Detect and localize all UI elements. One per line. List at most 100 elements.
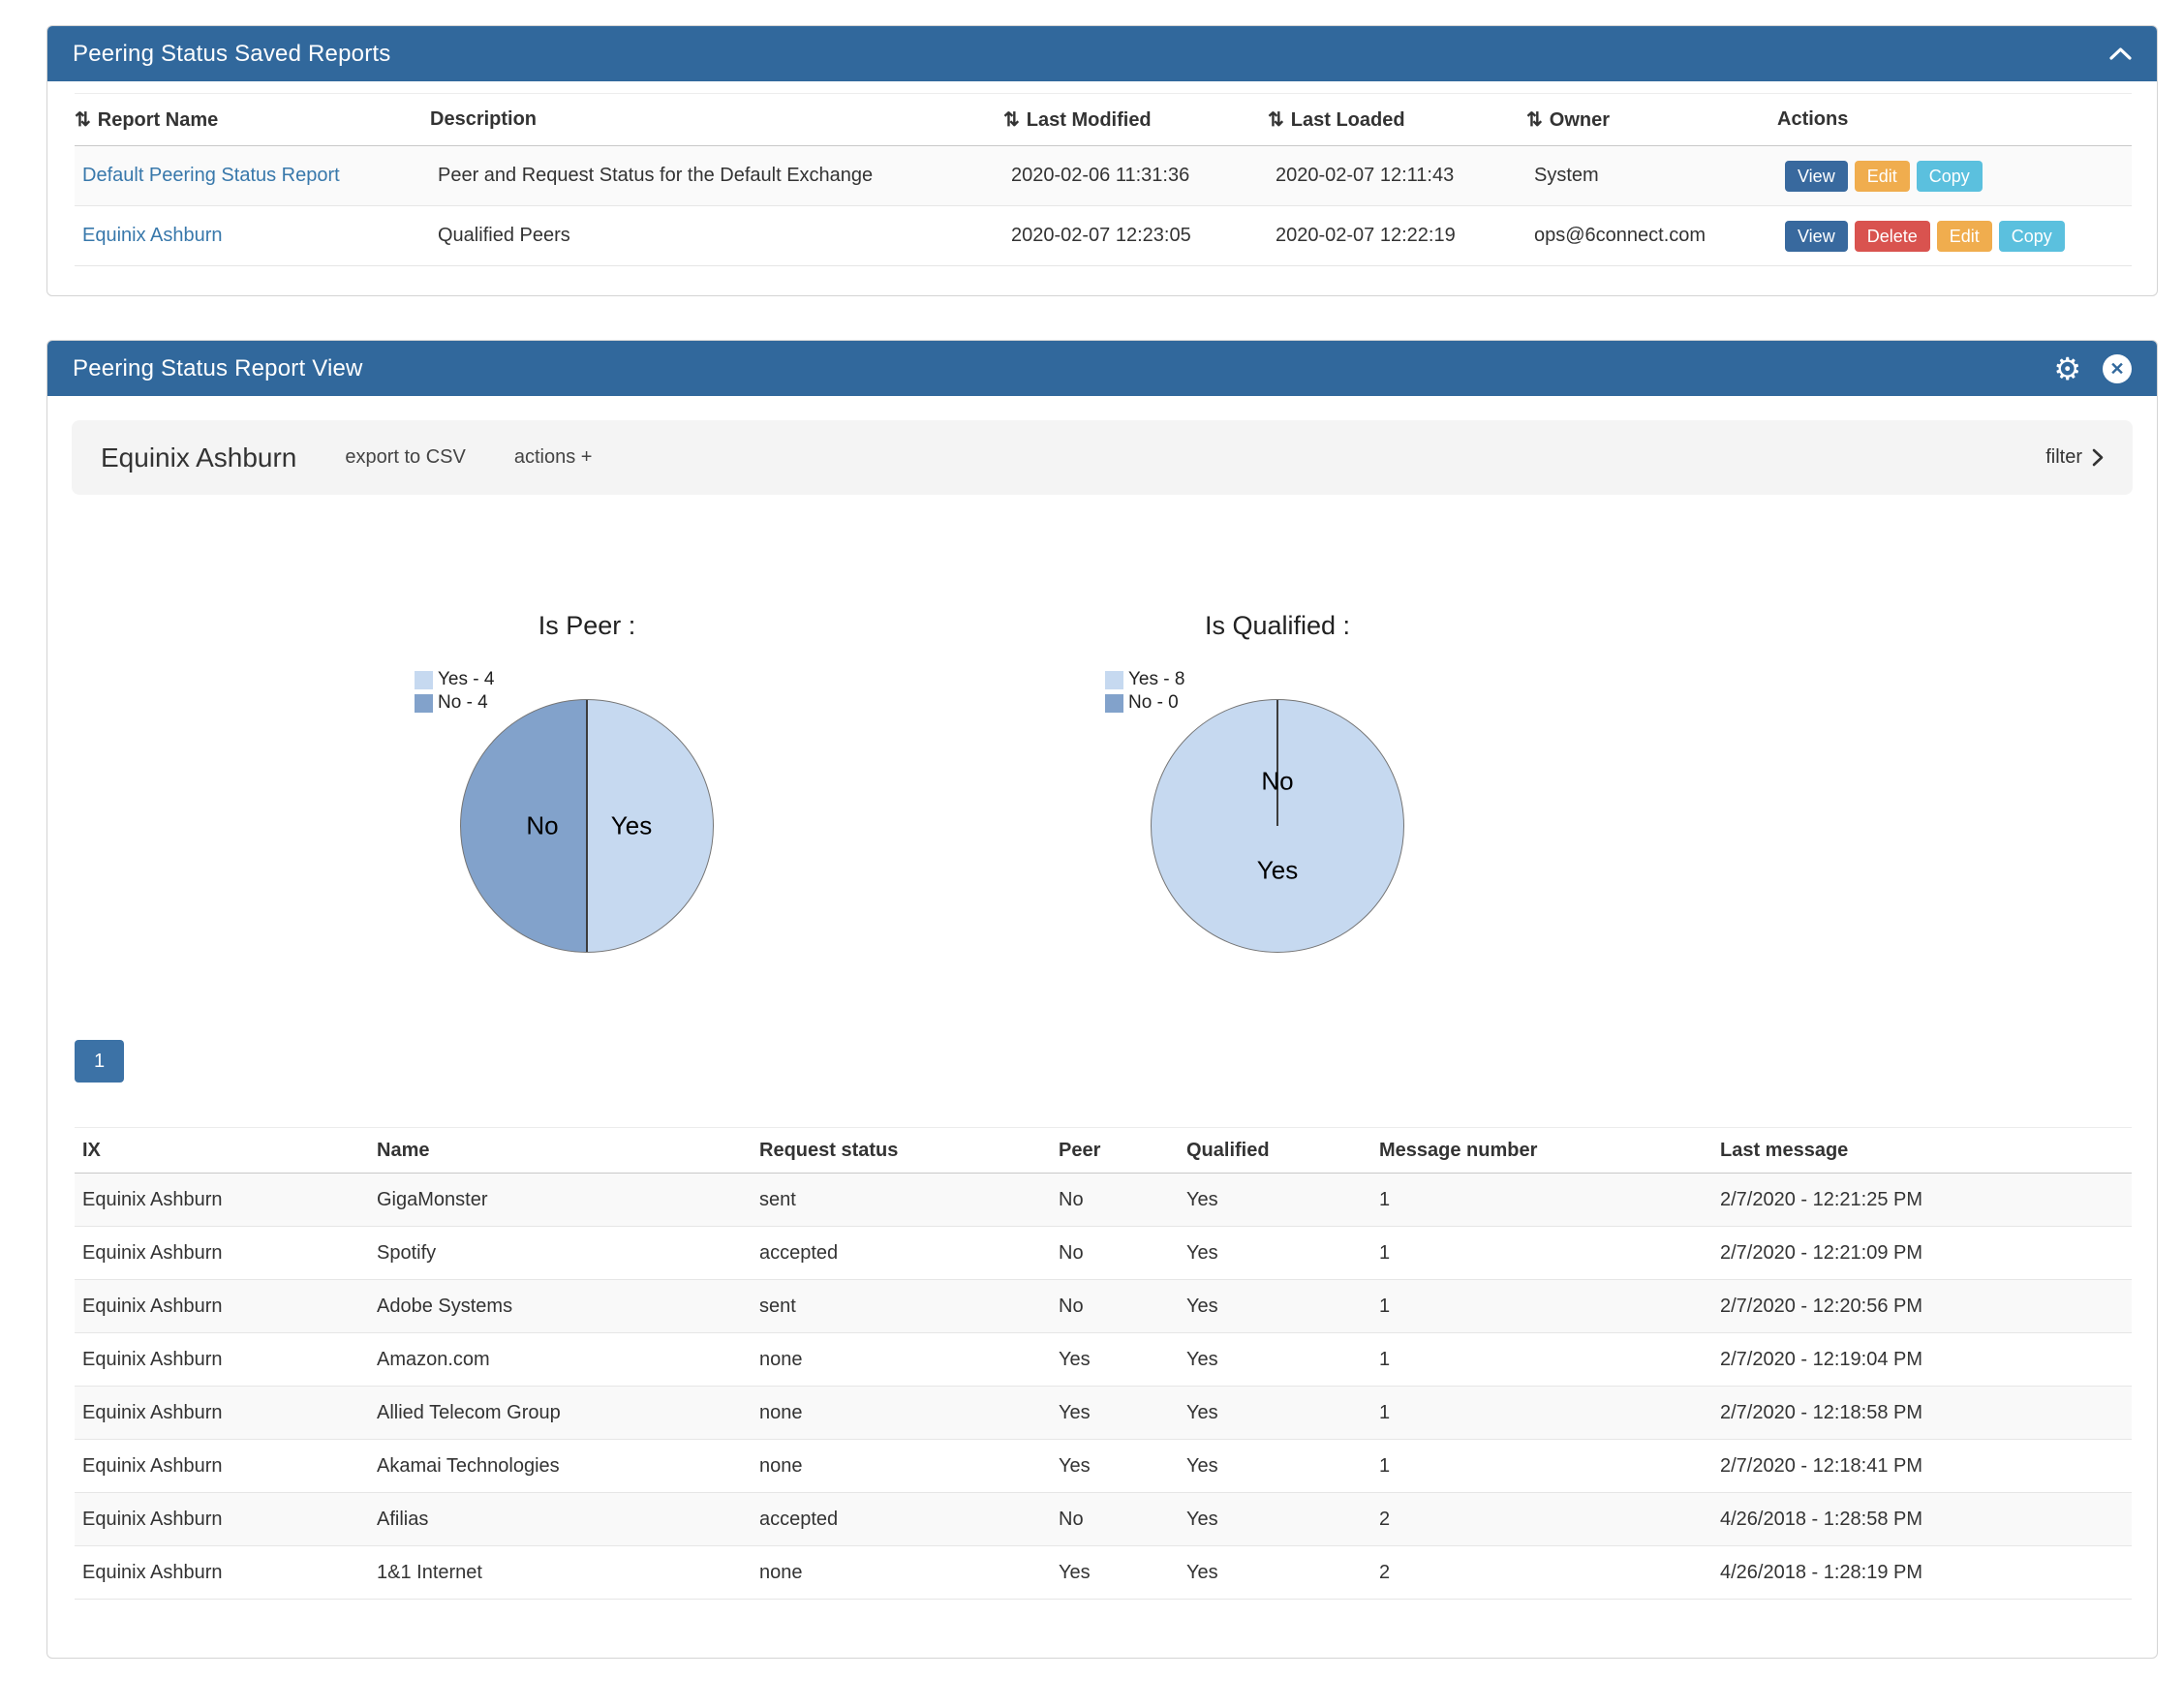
cell-peer: No [1051,1174,1179,1227]
peering-status-row: Equinix AshburnAdobe SystemssentNoYes12/… [75,1280,2132,1333]
cell-ix: Equinix Ashburn [75,1227,369,1280]
last-modified-cell: 2020-02-07 12:23:05 [1003,206,1268,266]
panel-title: Peering Status Report View [73,355,363,382]
actions-cell: ViewEditCopy [1777,146,2132,206]
view-button[interactable]: View [1785,221,1848,252]
saved-reports-table: ⇅Report NameDescription⇅Last Modified⇅La… [75,93,2132,266]
last-loaded-cell: 2020-02-07 12:22:19 [1268,206,1526,266]
cell-name: GigaMonster [369,1174,752,1227]
chart-legend: Yes - 4No - 4 [415,668,494,715]
legend-label: No - 4 [438,691,488,715]
cell-message-number: 1 [1371,1280,1712,1333]
cell-message-number: 2 [1371,1493,1712,1546]
cell-qualified: Yes [1179,1280,1371,1333]
legend-label: No - 0 [1128,691,1179,715]
report-view-panel: Peering Status Report View ⚙ ✕ Equinix A… [46,340,2158,1659]
legend-swatch [1105,671,1123,689]
cell-message-number: 1 [1371,1174,1712,1227]
peering-status-row: Equinix AshburnAkamai TechnologiesnoneYe… [75,1440,2132,1493]
pie-slice-label: Yes [611,811,652,841]
column-label: Report Name [98,109,218,131]
peering-status-row: Equinix AshburnAfiliasacceptedNoYes24/26… [75,1493,2132,1546]
report-name-link[interactable]: Equinix Ashburn [82,225,223,246]
cell-name: Akamai Technologies [369,1440,752,1493]
pie-slice-label: No [1261,767,1293,797]
sort-icon: ⇅ [1003,109,1020,131]
cell-request-status: accepted [752,1493,1051,1546]
cell-request-status: accepted [752,1227,1051,1280]
cell-last-message: 2/7/2020 - 12:21:09 PM [1712,1227,2132,1280]
cell-peer: Yes [1051,1440,1179,1493]
collapse-button[interactable] [2109,47,2132,60]
column-header-last-message: Last message [1712,1128,2132,1174]
report-name-link[interactable]: Default Peering Status Report [82,165,340,186]
chart-title: Is Peer : [277,610,897,641]
pie-slice-divider [586,700,588,826]
edit-button[interactable]: Edit [1855,161,1910,192]
column-header-last-modified[interactable]: ⇅ Last Modified [1003,94,1268,146]
legend-item: No - 0 [1105,691,1184,715]
cell-qualified: Yes [1179,1333,1371,1387]
close-panel-button[interactable]: ✕ [2103,354,2132,383]
cell-last-message: 2/7/2020 - 12:18:58 PM [1712,1387,2132,1440]
copy-button[interactable]: Copy [1917,161,1983,192]
gear-icon: ⚙ [2053,353,2081,384]
report-name-cell: Default Peering Status Report [75,146,430,206]
delete-button[interactable]: Delete [1855,221,1930,252]
edit-button[interactable]: Edit [1937,221,1992,252]
peering-status-header-row: IXNameRequest statusPeerQualifiedMessage… [75,1128,2132,1174]
actions-cell: ViewDeleteEditCopy [1777,206,2132,266]
page-1-button[interactable]: 1 [75,1040,124,1083]
pie: Yes No [1151,699,1404,953]
legend-item: No - 4 [415,691,494,715]
chevron-right-icon [2092,448,2104,467]
cell-name: Spotify [369,1227,752,1280]
column-header-owner[interactable]: ⇅Owner [1526,94,1777,146]
column-header-peer: Peer [1051,1128,1179,1174]
cell-message-number: 1 [1371,1440,1712,1493]
cell-peer: Yes [1051,1333,1179,1387]
cell-peer: No [1051,1227,1179,1280]
peering-status-row: Equinix Ashburn1&1 InternetnoneYesYes24/… [75,1546,2132,1600]
cell-peer: Yes [1051,1387,1179,1440]
view-button[interactable]: View [1785,161,1848,192]
actions-menu-button[interactable]: actions + [514,446,593,469]
cell-ix: Equinix Ashburn [75,1440,369,1493]
column-header-qualified: Qualified [1179,1128,1371,1174]
last-loaded-cell: 2020-02-07 12:11:43 [1268,146,1526,206]
pie-slice-label: No [526,811,558,841]
cell-request-status: none [752,1387,1051,1440]
peering-status-row: Equinix AshburnGigaMonstersentNoYes12/7/… [75,1174,2132,1227]
cell-qualified: Yes [1179,1440,1371,1493]
legend-label: Yes - 8 [1128,668,1184,691]
filter-button[interactable]: filter [2045,446,2104,469]
cell-request-status: none [752,1440,1051,1493]
sort-icon: ⇅ [1268,109,1284,131]
column-header-name: Name [369,1128,752,1174]
sort-icon: ⇅ [1526,109,1543,131]
panel-title: Peering Status Saved Reports [73,41,390,68]
column-label: Last Modified [1027,109,1152,131]
report-toolbar: Equinix Ashburn export to CSV actions + … [72,420,2133,495]
cell-name: Adobe Systems [369,1280,752,1333]
peering-status-table: IXNameRequest statusPeerQualifiedMessage… [75,1127,2132,1600]
export-csv-button[interactable]: export to CSV [345,446,466,469]
column-label: Actions [1777,108,1848,130]
report-view-header: Peering Status Report View ⚙ ✕ [47,341,2157,396]
cell-last-message: 2/7/2020 - 12:21:25 PM [1712,1174,2132,1227]
last-modified-cell: 2020-02-06 11:31:36 [1003,146,1268,206]
chevron-up-icon [2109,47,2132,60]
description-cell: Qualified Peers [430,206,1003,266]
cell-request-status: none [752,1333,1051,1387]
cell-ix: Equinix Ashburn [75,1174,369,1227]
cell-name: 1&1 Internet [369,1546,752,1600]
pie-slice-label: Yes [1257,856,1298,886]
cell-qualified: Yes [1179,1174,1371,1227]
pie-chart-is-peer: Is Peer : Yes - 4No - 4 Yes No [277,591,897,953]
settings-button[interactable]: ⚙ [2053,353,2081,384]
copy-button[interactable]: Copy [1999,221,2065,252]
cell-peer: Yes [1051,1546,1179,1600]
column-header-report-name[interactable]: ⇅Report Name [75,94,430,146]
filter-label: filter [2045,446,2082,469]
column-header-last-loaded[interactable]: ⇅Last Loaded [1268,94,1526,146]
